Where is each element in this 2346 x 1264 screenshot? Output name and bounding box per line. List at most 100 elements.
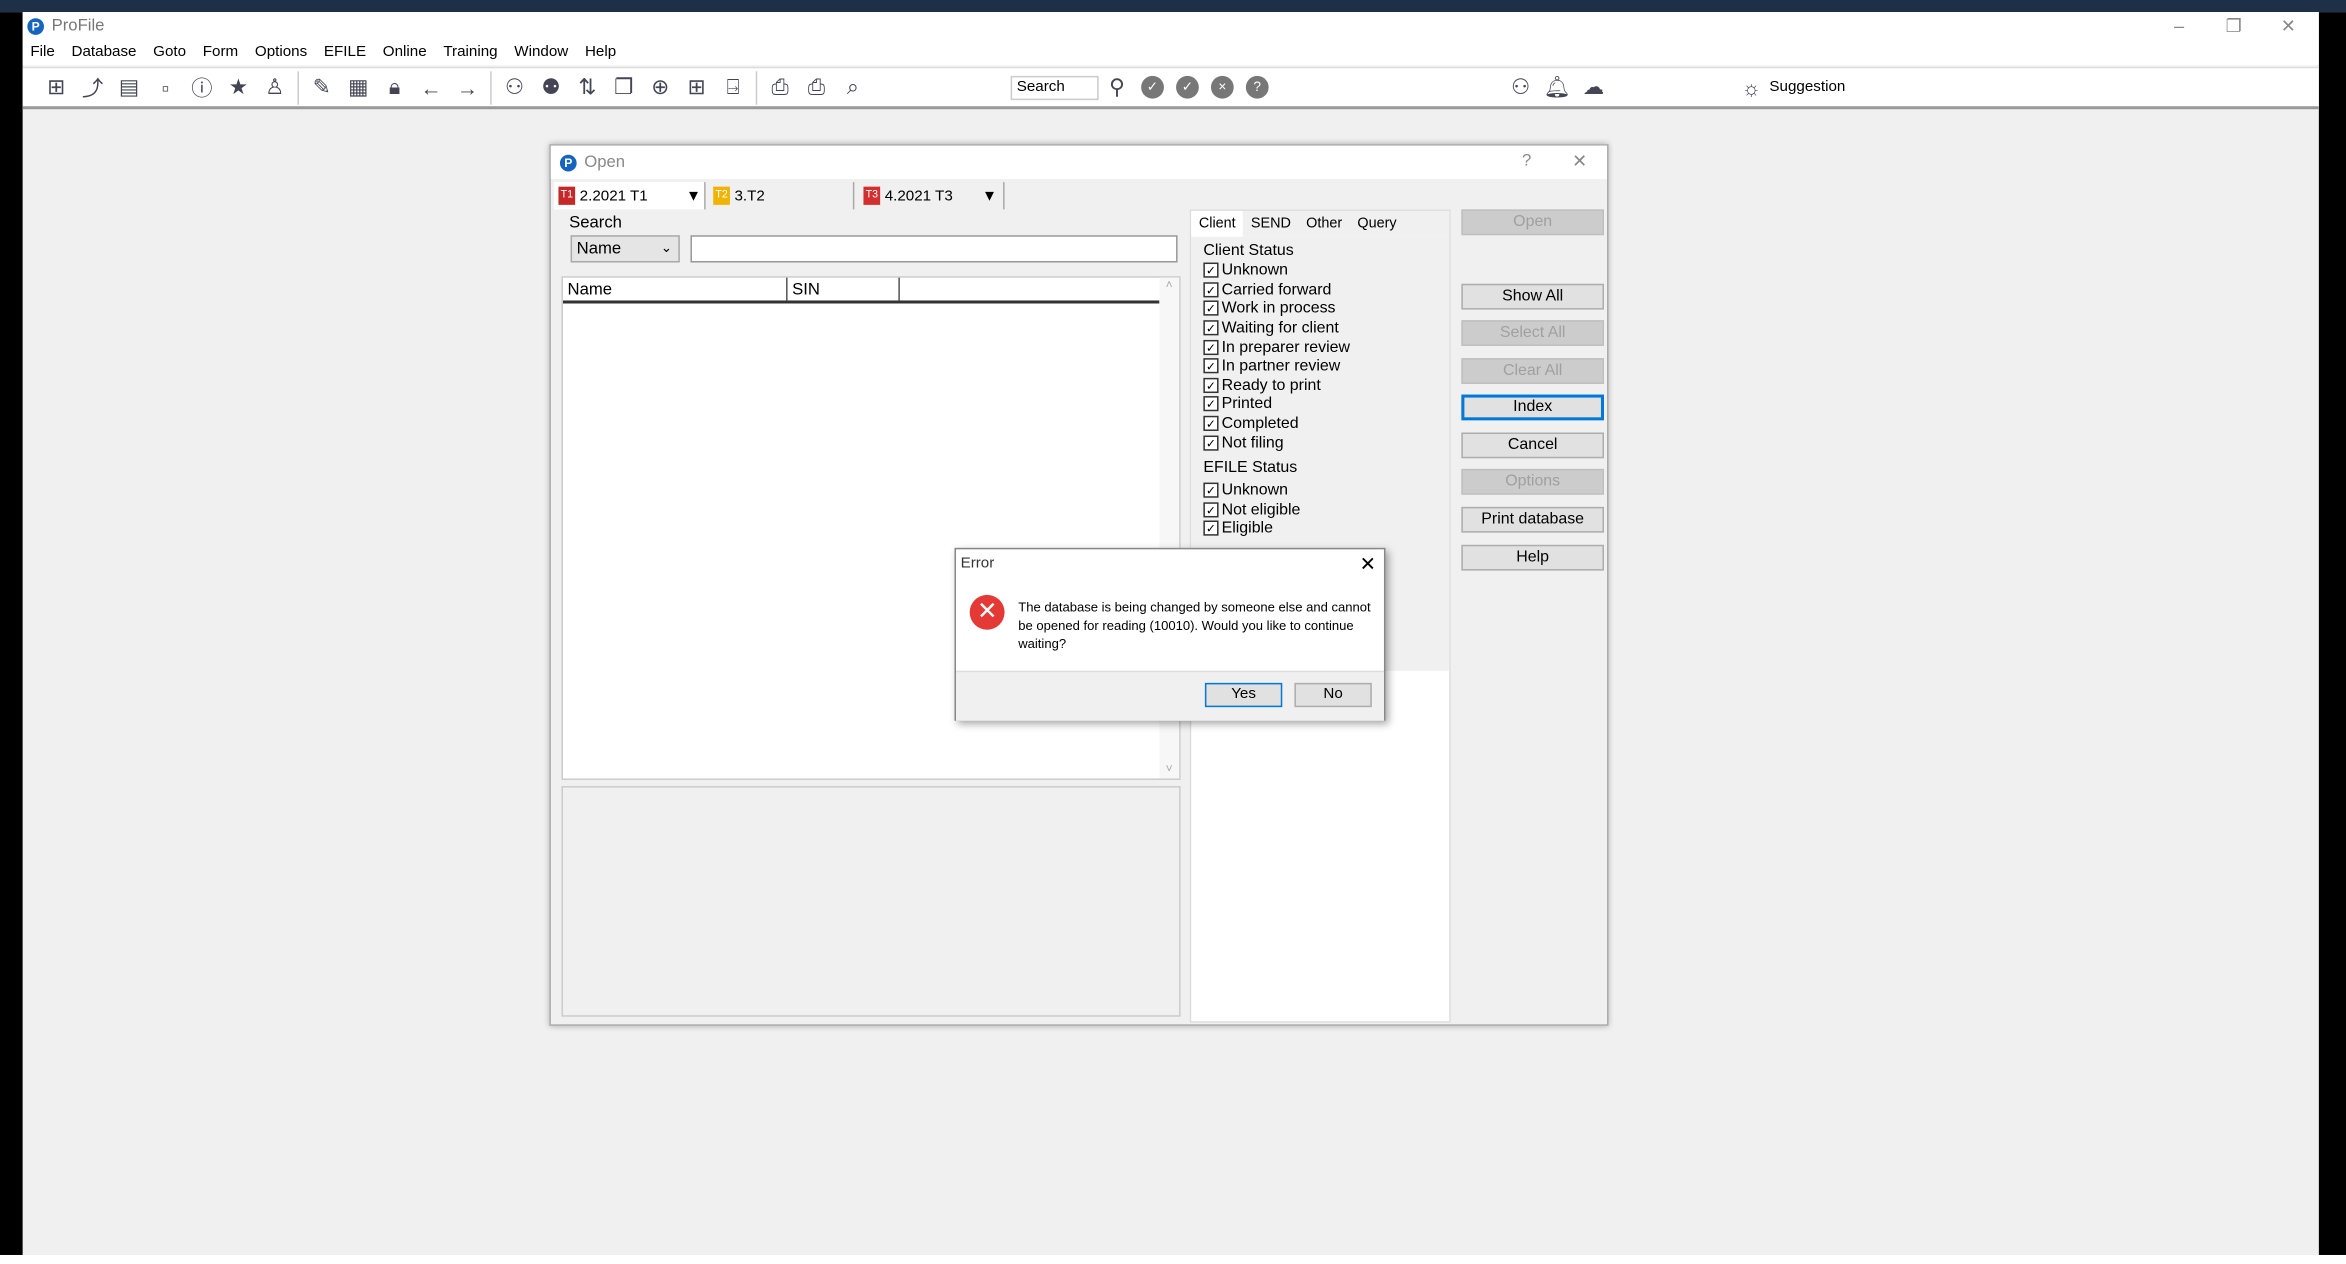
index-button[interactable]: Index bbox=[1461, 394, 1604, 421]
restore-button[interactable]: ❐ bbox=[2206, 12, 2261, 39]
print-database-button[interactable]: Print database bbox=[1461, 506, 1604, 533]
checkbox-checked-icon[interactable]: ✓ bbox=[1203, 521, 1219, 537]
cancel-button[interactable]: Cancel bbox=[1461, 432, 1604, 459]
checkbox-checked-icon[interactable]: ✓ bbox=[1203, 262, 1219, 279]
checkbox-checked-icon[interactable]: ✓ bbox=[1203, 482, 1219, 499]
options-button[interactable]: Options bbox=[1461, 468, 1604, 495]
tab-client[interactable]: Client bbox=[1191, 210, 1244, 237]
group-icon[interactable]: ⚉ bbox=[533, 71, 569, 104]
yes-button[interactable]: Yes bbox=[1204, 682, 1283, 708]
clear-all-button[interactable]: Clear All bbox=[1461, 358, 1604, 384]
print-preview-icon[interactable]: ⌕ bbox=[835, 71, 871, 104]
efile-status-checkbox[interactable]: ✓ Eligible bbox=[1203, 519, 1437, 538]
export-icon[interactable]: ⍈ bbox=[715, 71, 751, 104]
zoom-in-icon[interactable]: ⊕ bbox=[642, 71, 678, 104]
client-status-checkbox[interactable]: ✓ Waiting for client bbox=[1203, 318, 1437, 337]
checkbox-checked-icon[interactable]: ✓ bbox=[1203, 339, 1219, 355]
bell-icon[interactable]: 🔔︎ bbox=[1539, 71, 1575, 104]
messages-icon[interactable]: ⚇ bbox=[1502, 71, 1538, 104]
close-icon[interactable]: ✕ bbox=[1360, 552, 1377, 576]
print-setup-icon[interactable]: ⎙ bbox=[798, 71, 834, 104]
client-status-checkbox[interactable]: ✓ Unknown bbox=[1203, 261, 1437, 280]
clients-icon[interactable]: ⚇ bbox=[496, 71, 532, 104]
back-arrow-icon[interactable]: ← bbox=[413, 71, 449, 104]
save-icon[interactable]: ▫ bbox=[147, 71, 183, 104]
dropdown-arrow-icon[interactable]: ▼ bbox=[982, 187, 997, 204]
lock-icon[interactable]: 🔒︎ bbox=[376, 71, 412, 104]
forward-arrow-icon[interactable]: → bbox=[449, 71, 485, 104]
select-all-button[interactable]: Select All bbox=[1461, 320, 1604, 346]
menu-online[interactable]: Online bbox=[383, 44, 427, 61]
open-button[interactable]: Open bbox=[1461, 209, 1604, 236]
column-header-name[interactable]: Name bbox=[563, 277, 788, 301]
menu-help[interactable]: Help bbox=[585, 44, 616, 61]
close-button[interactable]: ✕ bbox=[2261, 12, 2316, 39]
checkbox-checked-icon[interactable]: ✓ bbox=[1203, 320, 1219, 336]
close-icon[interactable]: ✕ bbox=[1572, 150, 1587, 171]
calculator-icon[interactable]: ▦ bbox=[340, 71, 376, 104]
open-folder-icon[interactable]: ▤ bbox=[111, 71, 147, 104]
menu-form[interactable]: Form bbox=[203, 44, 238, 61]
efile-status-checkbox[interactable]: ✓ Not eligible bbox=[1203, 500, 1437, 519]
grid-icon[interactable]: ⊞ bbox=[678, 71, 714, 104]
info-icon[interactable]: ⓘ bbox=[184, 71, 220, 104]
menu-file[interactable]: File bbox=[30, 44, 54, 61]
star-icon[interactable]: ★ bbox=[220, 71, 256, 104]
dropdown-arrow-icon[interactable]: ▼ bbox=[686, 187, 701, 204]
help-button[interactable]: ? bbox=[1522, 152, 1531, 170]
client-status-checkbox[interactable]: ✓ Not filing bbox=[1203, 433, 1437, 452]
tab-send[interactable]: SEND bbox=[1243, 211, 1298, 237]
checkbox-checked-icon[interactable]: ✓ bbox=[1203, 434, 1219, 451]
checkbox-checked-icon[interactable]: ✓ bbox=[1203, 502, 1219, 518]
checkbox-checked-icon[interactable]: ✓ bbox=[1203, 396, 1219, 412]
client-status-checkbox[interactable]: ✓ Ready to print bbox=[1203, 376, 1437, 395]
column-header-sin[interactable]: SIN bbox=[788, 277, 900, 301]
menu-goto[interactable]: Goto bbox=[153, 44, 186, 61]
search-input[interactable] bbox=[690, 235, 1178, 263]
checkbox-checked-icon[interactable]: ✓ bbox=[1203, 282, 1219, 298]
menu-training[interactable]: Training bbox=[443, 44, 497, 61]
checkbox-checked-icon[interactable]: ✓ bbox=[1203, 415, 1219, 432]
help-button[interactable]: Help bbox=[1461, 544, 1604, 571]
sort-icon[interactable]: ⇅ bbox=[569, 71, 605, 104]
client-status-checkbox[interactable]: ✓ In partner review bbox=[1203, 357, 1437, 376]
efile-status-checkbox[interactable]: ✓ Unknown bbox=[1203, 481, 1437, 500]
edit-icon[interactable]: ✎ bbox=[304, 71, 340, 104]
menu-database[interactable]: Database bbox=[72, 44, 137, 61]
menu-options[interactable]: Options bbox=[255, 44, 307, 61]
tab-query[interactable]: Query bbox=[1350, 211, 1404, 237]
client-status-checkbox[interactable]: ✓ Carried forward bbox=[1203, 280, 1437, 299]
find-icon[interactable]: ⚲ bbox=[1099, 71, 1135, 104]
client-status-checkbox[interactable]: ✓ Printed bbox=[1203, 395, 1437, 414]
db-tab-t2[interactable]: T2 3.T2 bbox=[709, 182, 855, 210]
menu-efile[interactable]: EFILE bbox=[324, 44, 366, 61]
no-button[interactable]: No bbox=[1294, 682, 1372, 708]
checkbox-checked-icon[interactable]: ✓ bbox=[1203, 301, 1219, 317]
help-icon[interactable]: ? bbox=[1245, 75, 1269, 99]
toolbar-search-input[interactable]: Search bbox=[1010, 75, 1099, 100]
db-tab-t1[interactable]: T1 2.2021 T1 ▼ bbox=[553, 182, 706, 210]
checkbox-checked-icon[interactable]: ✓ bbox=[1203, 358, 1219, 374]
user-search-icon[interactable]: ♙ bbox=[256, 71, 292, 104]
minimize-button[interactable]: – bbox=[2152, 12, 2207, 39]
lightbulb-icon[interactable]: ☼ bbox=[1733, 71, 1769, 104]
search-field-select[interactable]: Name ⌄ bbox=[570, 235, 680, 263]
suggestion-button[interactable]: Suggestion bbox=[1769, 79, 1845, 96]
cloud-icon[interactable]: ☁ bbox=[1575, 71, 1611, 104]
cancel-icon[interactable]: × bbox=[1210, 75, 1234, 99]
check-down-icon[interactable]: ✓ bbox=[1176, 75, 1199, 99]
menu-window[interactable]: Window bbox=[514, 44, 568, 61]
client-status-checkbox[interactable]: ✓ In preparer review bbox=[1203, 337, 1437, 356]
check-icon[interactable]: ✓ bbox=[1141, 75, 1164, 99]
efile-status-label: EFILE Status bbox=[1203, 458, 1298, 477]
client-status-checkbox[interactable]: ✓ Work in process bbox=[1203, 299, 1437, 318]
checkbox-checked-icon[interactable]: ✓ bbox=[1203, 377, 1219, 393]
open-file-icon[interactable]: ⤴ bbox=[74, 71, 110, 104]
tab-other[interactable]: Other bbox=[1299, 211, 1350, 237]
show-all-button[interactable]: Show All bbox=[1461, 283, 1604, 310]
new-file-icon[interactable]: ⊞ bbox=[38, 71, 74, 104]
db-tab-t3[interactable]: T3 4.2021 T3 ▼ bbox=[859, 182, 1005, 210]
client-status-checkbox[interactable]: ✓ Completed bbox=[1203, 414, 1437, 433]
print-icon[interactable]: ⎙ bbox=[762, 71, 798, 104]
copy-icon[interactable]: ❐ bbox=[605, 71, 641, 104]
